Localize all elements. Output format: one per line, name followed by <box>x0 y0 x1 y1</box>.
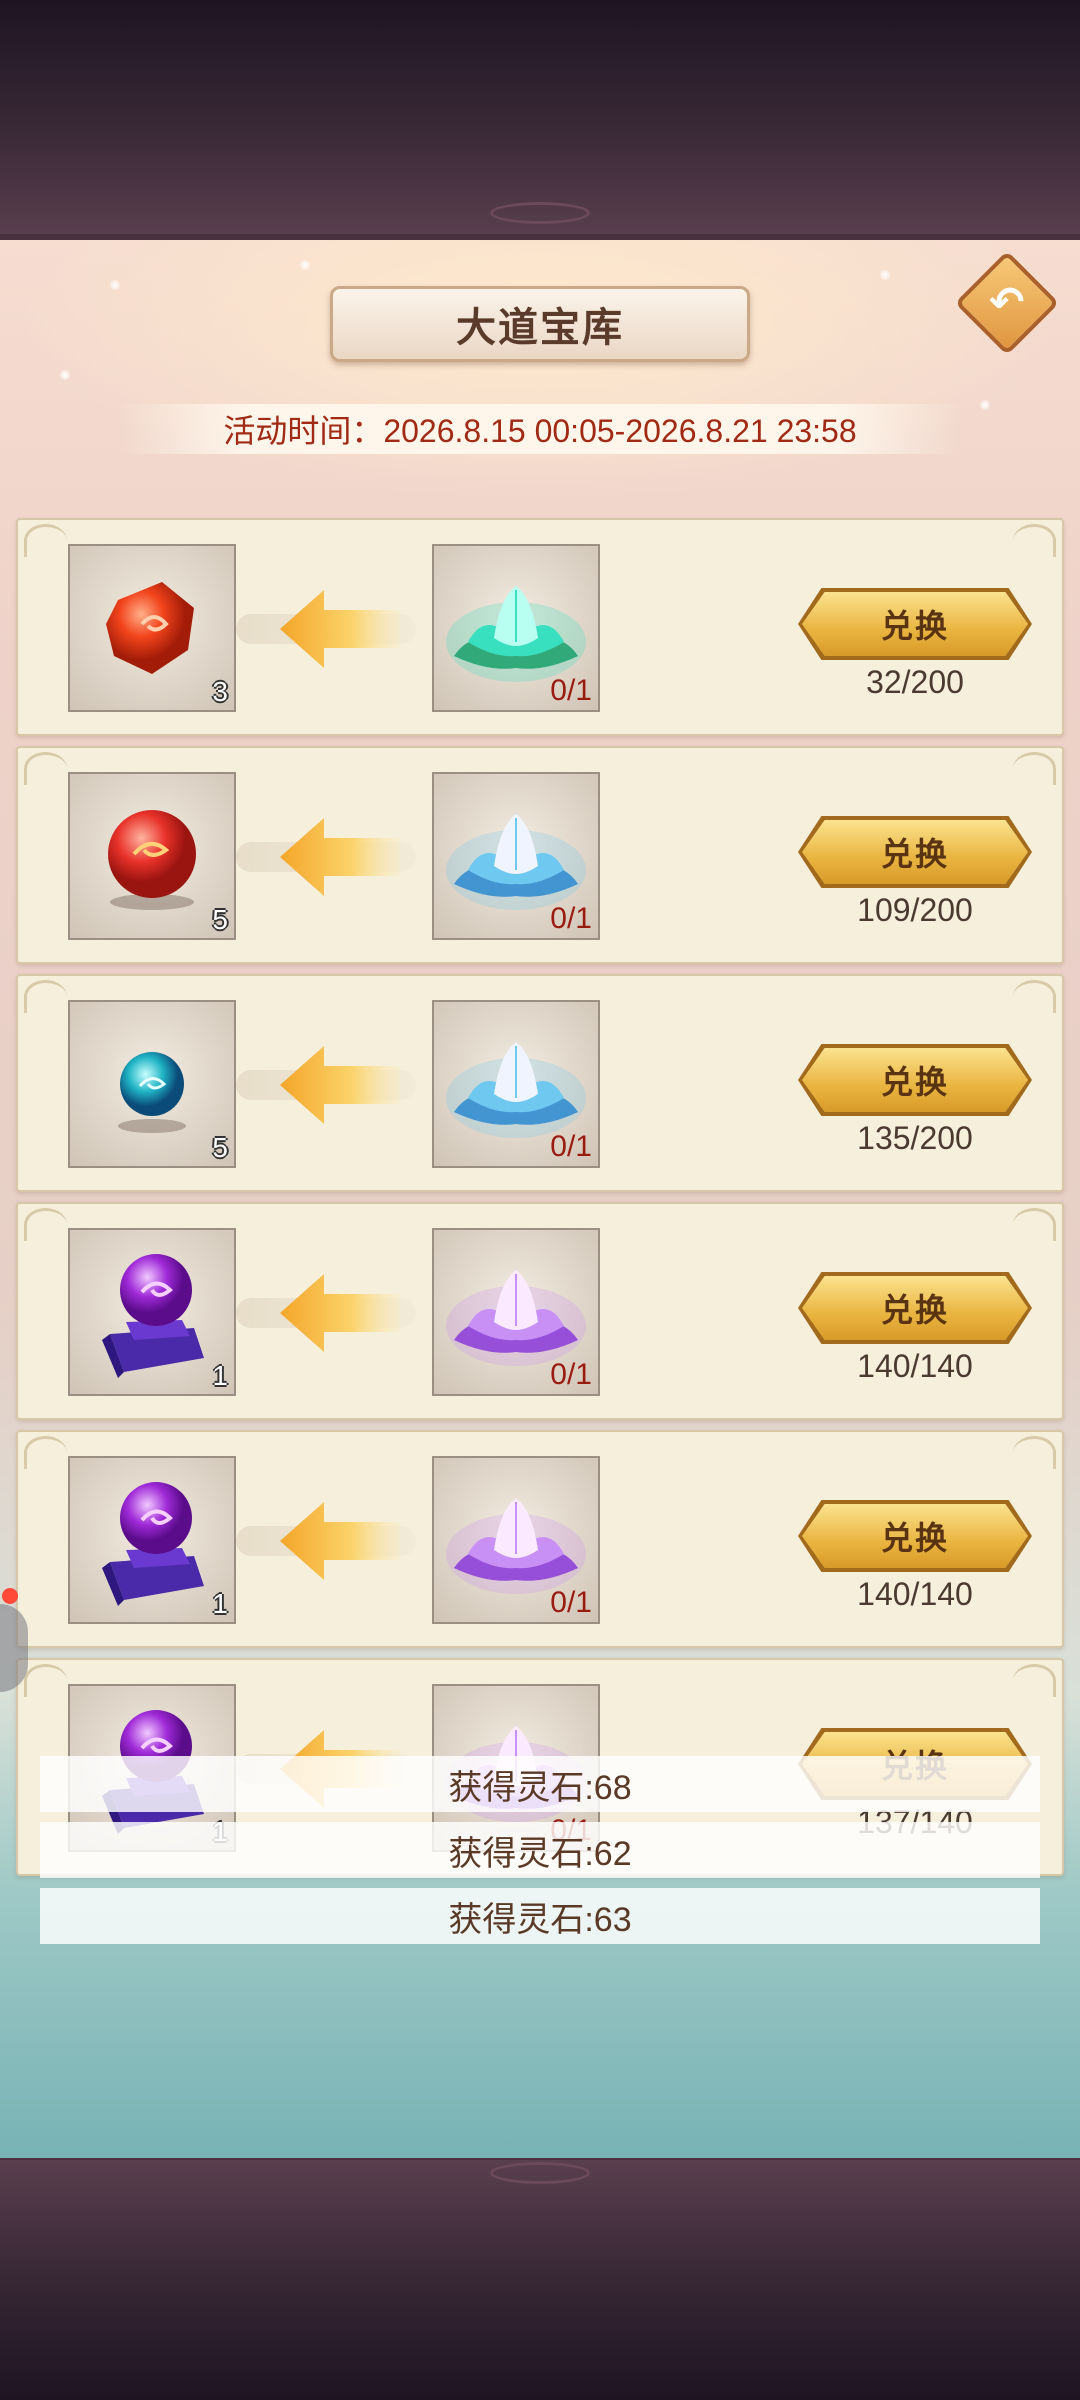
cost-item-slot[interactable]: 3 <box>68 544 236 712</box>
sparkle <box>110 280 120 290</box>
exchange-limit: 135/200 <box>857 1120 973 1156</box>
cost-quantity: 1 <box>212 1588 228 1619</box>
back-arrow-icon: ↶ <box>989 278 1025 326</box>
exchange-button[interactable]: 兑换 <box>802 1276 1028 1340</box>
cost-quantity: 5 <box>212 1132 228 1163</box>
cost-item-slot[interactable]: 5 <box>68 772 236 940</box>
cost-quantity: 5 <box>212 904 228 935</box>
cost-item-slot[interactable]: 1 <box>68 1228 236 1396</box>
sparkle <box>300 260 310 270</box>
cost-item-slot[interactable]: 5 <box>68 1000 236 1168</box>
exchange-limit: 32/200 <box>866 664 964 700</box>
reward-item-slot[interactable]: 0/1 <box>432 544 600 712</box>
reward-owned-progress: 0/1 <box>550 902 592 935</box>
reward-owned-progress: 0/1 <box>550 1130 592 1163</box>
sparkle <box>980 400 990 410</box>
exchange-limit: 140/140 <box>857 1576 973 1612</box>
frame-ornament <box>490 202 590 224</box>
exchange-row: 5 0/1 兑换 109/200 <box>16 746 1064 964</box>
reward-toast: 获得灵石:62 <box>40 1822 1040 1878</box>
reward-item-slot[interactable]: 0/1 <box>432 1228 600 1396</box>
exchange-button[interactable]: 兑换 <box>802 1504 1028 1568</box>
exchange-limit: 109/200 <box>857 892 973 928</box>
reward-toast: 获得灵石:68 <box>40 1756 1040 1812</box>
sparkle <box>880 270 890 280</box>
exchange-row: 5 0/1 兑换 135/200 <box>16 974 1064 1192</box>
reward-owned-progress: 0/1 <box>550 674 592 707</box>
exchange-button[interactable]: 兑换 <box>802 820 1028 884</box>
notification-dot <box>2 1588 18 1604</box>
exchange-button[interactable]: 兑换 <box>802 1048 1028 1112</box>
reward-item-slot[interactable]: 0/1 <box>432 772 600 940</box>
cost-quantity: 3 <box>212 676 228 707</box>
cost-quantity: 1 <box>212 1360 228 1391</box>
sparkle <box>60 370 70 380</box>
page-title: 大道宝库 <box>330 286 750 362</box>
exchange-limit: 140/140 <box>857 1348 973 1384</box>
frame-ornament <box>490 2162 590 2184</box>
exchange-row: 1 0/1 兑换 140/140 <box>16 1430 1064 1648</box>
event-time: 活动时间：2026.8.15 00:05-2026.8.21 23:58 <box>120 404 960 454</box>
exchange-button[interactable]: 兑换 <box>802 592 1028 656</box>
reward-item-slot[interactable]: 0/1 <box>432 1000 600 1168</box>
reward-owned-progress: 0/1 <box>550 1586 592 1619</box>
cost-item-slot[interactable]: 1 <box>68 1456 236 1624</box>
exchange-row: 1 0/1 兑换 140/140 <box>16 1202 1064 1420</box>
exchange-row: 3 0/1 兑换 32/200 <box>16 518 1064 736</box>
bottom-frame <box>0 2160 1080 2400</box>
reward-toast: 获得灵石:63 <box>40 1888 1040 1944</box>
reward-item-slot[interactable]: 0/1 <box>432 1456 600 1624</box>
reward-owned-progress: 0/1 <box>550 1358 592 1391</box>
frame-divider <box>0 234 1080 240</box>
